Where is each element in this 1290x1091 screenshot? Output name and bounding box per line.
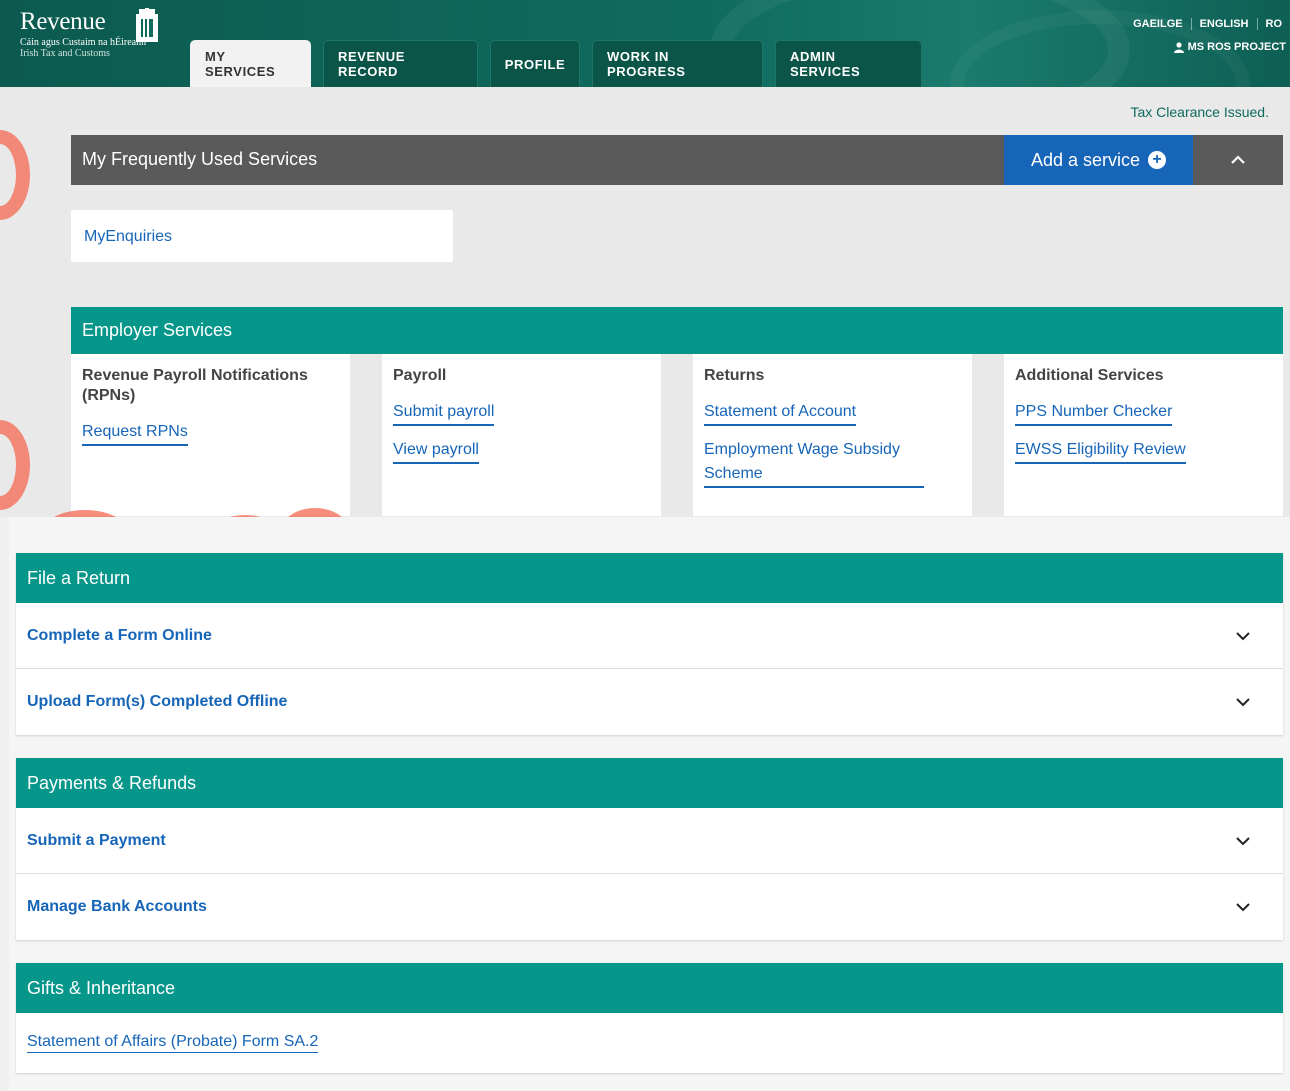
file-a-return-panel: File a Return Complete a Form Online Upl… (16, 553, 1283, 735)
ewss-eligibility-review-link[interactable]: EWSS Eligibility Review (1015, 438, 1186, 464)
add-a-service-button[interactable]: Add a service + (1004, 135, 1193, 185)
tab-work-in-progress[interactable]: WORK IN PROGRESS (592, 40, 763, 87)
user-menu[interactable]: MS ROS PROJECT (1173, 41, 1286, 53)
upload-form-offline-row[interactable]: Upload Form(s) Completed Offline (16, 669, 1283, 735)
logo-english-subtitle: Irish Tax and Customs (20, 48, 110, 59)
chevron-down-icon (1236, 698, 1250, 707)
my-services-area: Tax Clearance Issued. My Frequently Used… (0, 87, 1290, 517)
tax-clearance-status-link[interactable]: Tax Clearance Issued. (1130, 104, 1269, 120)
tab-my-services[interactable]: MY SERVICES (190, 40, 311, 87)
employer-column-rpns: Revenue Payroll Notifications (RPNs) Req… (71, 354, 350, 516)
chevron-down-icon (1236, 631, 1250, 640)
collapse-favourites-button[interactable] (1193, 135, 1283, 185)
revenue-logo[interactable]: Revenue Cáin agus Custaim na hÉireann Ir… (20, 8, 158, 60)
add-service-label: Add a service (1030, 149, 1141, 170)
employer-column-payroll: Payroll Submit payroll View payroll (382, 354, 661, 516)
column-heading: Revenue Payroll Notifications (RPNs) (82, 367, 308, 404)
user-icon (1173, 41, 1184, 53)
employer-column-returns: Returns Statement of Account Employment … (693, 354, 972, 516)
tab-revenue-record[interactable]: REVENUE RECORD (323, 40, 478, 87)
frequently-used-services-bar: My Frequently Used Services Add a servic… (71, 135, 1283, 185)
tab-profile[interactable]: PROFILE (490, 40, 580, 87)
logo-irish-subtitle: Cáin agus Custaim na hÉireann (20, 37, 147, 48)
file-a-return-title: File a Return (16, 553, 1283, 603)
harp-logo-icon (136, 8, 158, 42)
pps-number-checker-link[interactable]: PPS Number Checker (1015, 400, 1173, 426)
submit-payment-row[interactable]: Submit a Payment (16, 808, 1283, 874)
gifts-inheritance-title: Gifts & Inheritance (16, 963, 1283, 1013)
column-heading: Payroll (393, 367, 447, 384)
chevron-down-icon (1236, 836, 1250, 845)
employer-services-title: Employer Services (82, 320, 233, 340)
request-rpns-link[interactable]: Request RPNs (82, 420, 188, 446)
payments-refunds-title: Payments & Refunds (16, 758, 1283, 808)
chevron-down-icon (1236, 903, 1250, 912)
tab-admin-services[interactable]: ADMIN SERVICES (775, 40, 922, 87)
submit-payroll-link[interactable]: Submit payroll (393, 400, 495, 426)
gifts-inheritance-panel: Gifts & Inheritance Statement of Affairs… (16, 963, 1283, 1073)
row-label: Manage Bank Accounts (27, 898, 207, 915)
statement-of-account-link[interactable]: Statement of Account (704, 400, 857, 426)
plus-circle-icon: + (1148, 151, 1167, 169)
ewss-link[interactable]: Employment Wage Subsidy Scheme (704, 438, 924, 488)
complete-form-online-row[interactable]: Complete a Form Online (16, 603, 1283, 669)
manage-bank-accounts-row[interactable]: Manage Bank Accounts (16, 874, 1283, 940)
view-payroll-link[interactable]: View payroll (393, 438, 479, 464)
user-name: MS ROS PROJECT (1187, 41, 1286, 53)
row-label: Complete a Form Online (27, 626, 212, 644)
column-heading: Returns (704, 367, 765, 384)
statement-of-affairs-link[interactable]: Statement of Affairs (Probate) Form SA.2 (27, 1033, 319, 1053)
lang-ro-link[interactable]: RO (1256, 18, 1290, 30)
frequently-used-title: My Frequently Used Services (82, 149, 318, 169)
gifts-link-row: Statement of Affairs (Probate) Form SA.2 (16, 1013, 1283, 1073)
left-edge (0, 517, 9, 1091)
site-header: Revenue Cáin agus Custaim na hÉireann Ir… (0, 0, 1290, 87)
column-heading: Additional Services (1015, 367, 1164, 384)
logo-name: Revenue (20, 8, 106, 35)
employer-services-header: Employer Services (71, 307, 1283, 354)
main-nav-tabs: MY SERVICES REVENUE RECORD PROFILE WORK … (190, 40, 922, 87)
myenquiries-link[interactable]: MyEnquiries (84, 228, 172, 246)
row-label: Upload Form(s) Completed Offline (27, 693, 288, 710)
chevron-up-icon (1231, 155, 1245, 164)
payments-refunds-panel: Payments & Refunds Submit a Payment Mana… (16, 758, 1283, 940)
lang-gaeilge-link[interactable]: GAEILGE (1125, 18, 1191, 30)
language-switcher: GAEILGE ENGLISH RO (1125, 18, 1290, 30)
employer-column-additional: Additional Services PPS Number Checker E… (1004, 354, 1283, 516)
lang-english-link[interactable]: ENGLISH (1190, 18, 1257, 30)
favourite-service-card: MyEnquiries (71, 210, 453, 262)
row-label: Submit a Payment (27, 831, 166, 849)
